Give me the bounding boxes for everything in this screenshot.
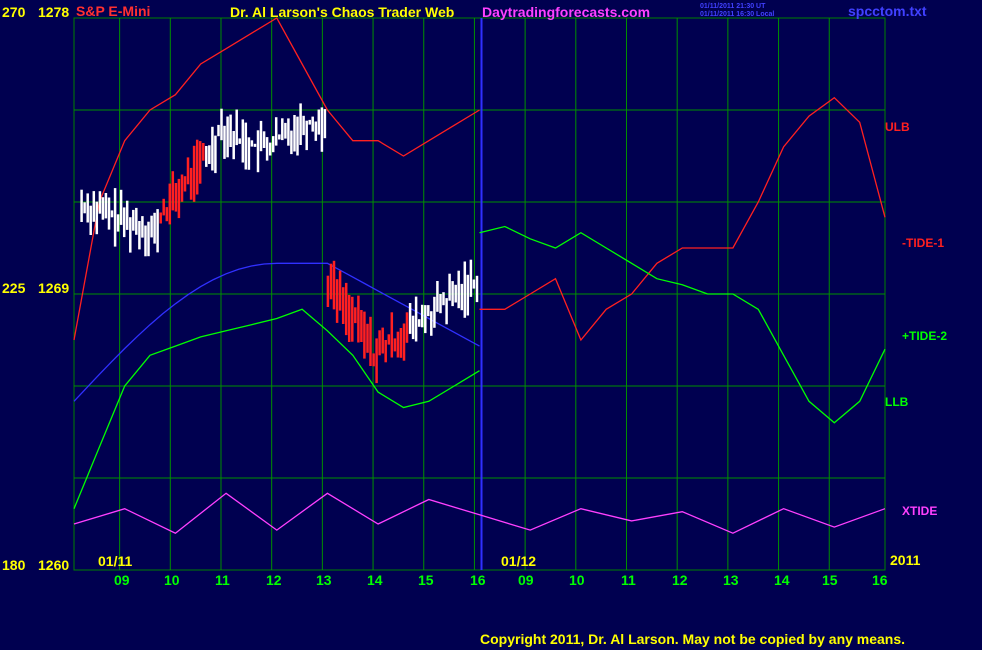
chart-canvas: [73, 17, 886, 571]
hour-tick: 14: [367, 572, 383, 588]
hour-tick: 12: [266, 572, 282, 588]
moving-average-line: [73, 262, 480, 402]
legend-tide2: +TIDE-2: [902, 329, 948, 343]
hour-tick: 16: [470, 572, 486, 588]
series-line-ulb: [73, 17, 480, 341]
hour-tick: 14: [774, 572, 790, 588]
series-line-xtide: [73, 492, 886, 534]
hour-tick: 13: [316, 572, 332, 588]
site-link[interactable]: Daytradingforecasts.com: [482, 4, 650, 20]
date-start: 01/11: [98, 553, 133, 569]
year-label: 2011: [890, 552, 921, 568]
timestamp-ut: 01/11/2011 21:30 UT: [700, 3, 766, 10]
hour-tick: 10: [569, 572, 585, 588]
copyright-notice: Copyright 2011, Dr. Al Larson. May not b…: [480, 631, 906, 647]
legend-xtide: XTIDE: [902, 504, 938, 518]
chart-series-group: [73, 17, 886, 534]
y-bottom-label-b: 1260: [38, 557, 70, 573]
y-bottom-label-a: 180: [2, 557, 26, 573]
legend-ulb: ULB: [885, 120, 910, 134]
legend-tide1: -TIDE-1: [902, 236, 944, 250]
hour-tick: 15: [822, 572, 838, 588]
chart-grid: [73, 17, 886, 571]
series-line--tide-2: [479, 225, 886, 424]
instrument-title: S&P E-Mini: [76, 3, 151, 19]
hour-tick: 09: [114, 572, 130, 588]
y-top-label-b: 1278: [38, 4, 70, 20]
hour-tick: 10: [164, 572, 180, 588]
hour-tick: 15: [418, 572, 434, 588]
hour-tick: 12: [672, 572, 688, 588]
legend-llb: LLB: [885, 395, 909, 409]
y-mid-label-b: 1269: [38, 280, 70, 296]
y-mid-label-a: 225: [2, 280, 26, 296]
hour-tick: 09: [518, 572, 534, 588]
chart-title: Dr. Al Larson's Chaos Trader Web: [230, 4, 455, 20]
hour-tick: 16: [872, 572, 888, 588]
price-bars-group: [80, 103, 479, 384]
y-top-label-a: 270: [2, 4, 26, 20]
series-line--tide-1: [479, 96, 886, 342]
date-next: 01/12: [501, 553, 537, 569]
hour-tick: 11: [621, 572, 636, 588]
hour-tick: 11: [215, 572, 230, 588]
timestamp-local: 01/11/2011 16:30 Local: [700, 11, 775, 18]
hour-tick: 13: [723, 572, 739, 588]
file-name: spcctom.txt: [848, 3, 927, 19]
